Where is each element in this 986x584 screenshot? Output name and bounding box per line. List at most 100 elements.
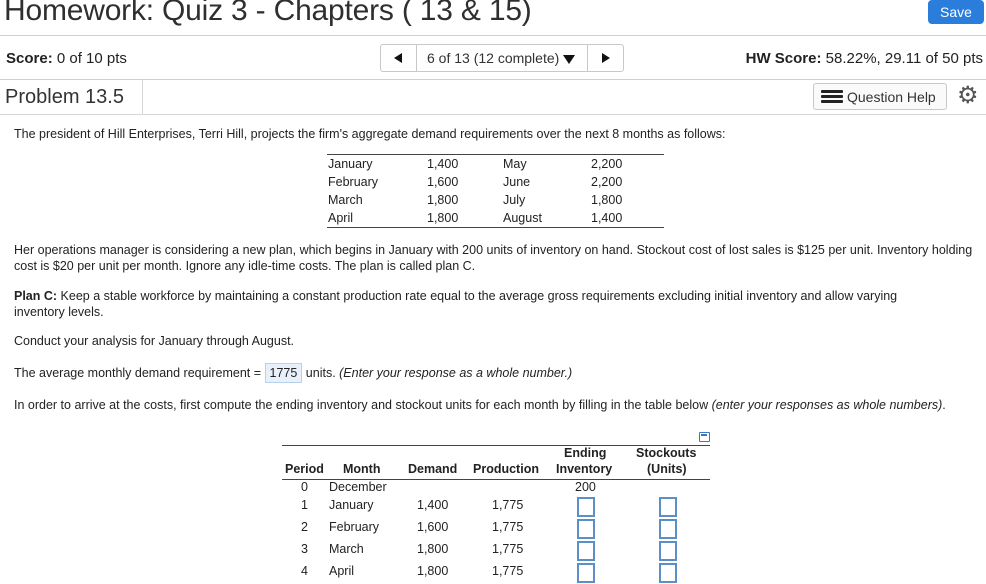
score-bar: Score: 0 of 10 pts 6 of 13 (12 complete)… (0, 36, 986, 79)
previous-question-button[interactable] (381, 45, 417, 71)
header-period: Period (285, 462, 324, 476)
header-units: (Units) (647, 462, 687, 476)
table-row: 3 March 1,800 1,775 (282, 539, 710, 561)
month-cell: January (328, 157, 373, 171)
ending-inventory-input[interactable] (577, 519, 595, 539)
value-cell: 1,400 (591, 211, 623, 225)
average-units: units. (302, 366, 340, 380)
stockouts-input[interactable] (659, 563, 677, 583)
month-cell: December (329, 480, 387, 494)
score-value: 0 of 10 pts (52, 50, 127, 67)
hw-score-value: 58.22%, 29.11 of 50 pts (821, 50, 983, 67)
table-row: April 1,800 August 1,400 (327, 209, 664, 227)
question-help-label: Question Help (847, 89, 936, 105)
month-cell: July (503, 193, 526, 207)
header-month: Month (343, 462, 381, 476)
question-position: 6 of 13 (12 complete) (427, 50, 560, 66)
score-label: Score: (6, 50, 53, 67)
plan-label: Plan C: (14, 289, 58, 303)
plan-description: Plan C: Keep a stable workforce by maint… (14, 288, 944, 320)
divider (0, 114, 986, 115)
save-button[interactable]: Save (928, 0, 984, 24)
problem-title: Problem 13.5 (5, 86, 124, 108)
demand-cell: 1,800 (417, 542, 449, 556)
value-cell: 1,400 (427, 157, 459, 171)
header-stockouts: Stockouts (636, 446, 697, 460)
instruction-end: . (942, 398, 946, 412)
month-cell: May (503, 157, 527, 171)
problem-bar: Problem 13.5 Question Help ⚙ (0, 80, 986, 114)
period-cell: 0 (301, 480, 308, 494)
caret-down-icon (563, 55, 576, 64)
ending-inventory-input[interactable] (577, 541, 595, 561)
month-cell: January (329, 498, 374, 512)
table-row: March 1,800 July 1,800 (327, 191, 664, 209)
scenario-text: Her operations manager is considering a … (14, 243, 973, 273)
production-cell: 1,775 (492, 564, 524, 578)
month-cell: March (329, 542, 364, 556)
list-icon (821, 90, 843, 104)
value-cell: 1,800 (427, 211, 459, 225)
hw-score-label: HW Score: (745, 50, 822, 67)
header-production: Production (473, 462, 539, 476)
calculator-icon[interactable] (699, 432, 710, 442)
ending-inventory-input[interactable] (577, 497, 595, 517)
page-title: Homework: Quiz 3 - Chapters ( 13 & 15) (4, 0, 532, 27)
month-cell: April (328, 211, 354, 225)
stockouts-input[interactable] (659, 497, 677, 517)
table-row: 4 April 1,800 1,775 (282, 561, 710, 583)
demand-cell: 1,400 (417, 498, 449, 512)
period-cell: 2 (301, 520, 308, 534)
month-cell: March (328, 193, 363, 207)
score: Score: 0 of 10 pts (6, 50, 127, 67)
instruction-main: In order to arrive at the costs, first c… (14, 398, 712, 412)
question-dropdown[interactable]: 6 of 13 (12 complete) (427, 50, 576, 66)
question-help-button[interactable]: Question Help (813, 83, 947, 110)
value-cell: 1,800 (427, 193, 459, 207)
header-demand: Demand (408, 462, 458, 476)
gear-icon[interactable]: ⚙ (957, 83, 981, 109)
table-row: 0 December 200 (282, 480, 710, 496)
ending-inventory-cell: 200 (575, 480, 596, 494)
production-cell: 1,775 (492, 542, 524, 556)
month-cell: June (503, 175, 531, 189)
title-bar: Homework: Quiz 3 - Chapters ( 13 & 15) S… (0, 0, 986, 28)
month-cell: April (329, 564, 355, 578)
average-prefix: The average monthly demand requirement = (14, 366, 265, 380)
value-cell: 1,600 (427, 175, 459, 189)
average-hint: (Enter your response as a whole number.) (339, 366, 573, 380)
question-navigator: 6 of 13 (12 complete) (380, 44, 624, 72)
month-cell: February (329, 520, 380, 534)
demand-cell: 1,600 (417, 520, 449, 534)
header-ending: Ending (564, 446, 607, 460)
table-row: 2 February 1,600 1,775 (282, 517, 710, 539)
value-cell: 2,200 (591, 175, 623, 189)
period-cell: 4 (301, 564, 308, 578)
value-cell: 2,200 (591, 157, 623, 171)
arrow-left-icon (394, 53, 402, 63)
average-demand-line: The average monthly demand requirement =… (14, 363, 572, 383)
average-demand-answer[interactable]: 1775 (264, 363, 303, 383)
stockouts-input[interactable] (659, 541, 677, 561)
instruction-text: In order to arrive at the costs, first c… (14, 397, 954, 413)
table-row: February 1,600 June 2,200 (327, 173, 664, 191)
demand-table: January 1,400 May 2,200 February 1,600 J… (327, 154, 664, 228)
instruction-hint: (enter your responses as whole numbers) (711, 398, 943, 412)
ending-inventory-input[interactable] (577, 563, 595, 583)
header-inventory: Inventory (556, 462, 613, 476)
hw-score: HW Score: 58.22%, 29.11 of 50 pts (746, 50, 983, 67)
table-row: January 1,400 May 2,200 (327, 155, 664, 173)
arrow-right-icon (602, 53, 610, 63)
next-question-button[interactable] (587, 45, 623, 71)
table-row: 1 January 1,400 1,775 (282, 495, 710, 517)
period-cell: 1 (301, 498, 308, 512)
period-cell: 3 (301, 542, 308, 556)
demand-cell: 1,800 (417, 564, 449, 578)
value-cell: 1,800 (591, 193, 623, 207)
stockouts-input[interactable] (659, 519, 677, 539)
conduct-text: Conduct your analysis for January throug… (14, 334, 295, 348)
plan-text: Keep a stable workforce by maintaining a… (14, 289, 898, 319)
month-cell: August (503, 211, 542, 225)
divider (142, 80, 143, 114)
table-header: Period Month Demand Production Ending In… (282, 445, 710, 479)
